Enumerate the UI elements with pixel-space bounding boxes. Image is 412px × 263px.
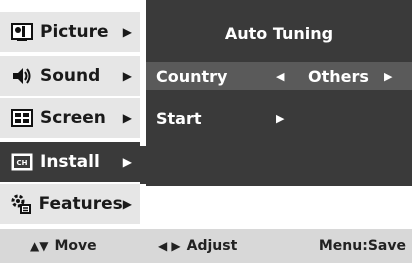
menu-save-label: Menu:Save bbox=[318, 238, 406, 254]
auto-tuning-panel: Auto Tuning Country ◀ Others ▶ Start ▶ bbox=[146, 0, 412, 186]
main-menu: Picture ▶ Sound ▶ Screen ▶ CH Install ▶ … bbox=[0, 0, 140, 228]
menu-item-label: Install bbox=[40, 152, 100, 172]
install-icon: CH bbox=[10, 151, 34, 173]
move-label: Move bbox=[54, 238, 97, 254]
menu-item-features[interactable]: Features ▶ bbox=[0, 184, 140, 224]
adjust-hint: ◀ ▶ Adjust bbox=[158, 238, 237, 254]
left-right-arrows-icon: ◀ ▶ bbox=[158, 239, 181, 253]
adjust-label: Adjust bbox=[186, 238, 238, 254]
menu-item-label: Picture bbox=[40, 22, 109, 42]
menu-item-picture[interactable]: Picture ▶ bbox=[0, 12, 140, 52]
chevron-right-icon[interactable]: ▶ bbox=[384, 70, 392, 83]
country-label: Country bbox=[156, 66, 228, 86]
features-icon bbox=[10, 193, 33, 215]
speaker-icon bbox=[10, 65, 34, 87]
panel-title: Auto Tuning bbox=[224, 24, 334, 43]
chevron-right-icon[interactable]: ▶ bbox=[276, 112, 284, 125]
chevron-right-icon: ▶ bbox=[122, 197, 132, 211]
chevron-left-icon[interactable]: ◀ bbox=[276, 70, 284, 83]
start-label: Start bbox=[156, 108, 202, 128]
menu-item-sound[interactable]: Sound ▶ bbox=[0, 56, 140, 96]
start-row[interactable]: Start ▶ bbox=[146, 104, 412, 132]
picture-icon bbox=[10, 21, 34, 43]
menu-item-label: Sound bbox=[40, 66, 101, 86]
screen-icon bbox=[10, 107, 34, 129]
menu-item-screen[interactable]: Screen ▶ bbox=[0, 98, 140, 138]
country-value: Others bbox=[308, 66, 369, 86]
chevron-right-icon: ▶ bbox=[122, 69, 132, 83]
chevron-right-icon: ▶ bbox=[122, 25, 132, 39]
menu-item-label: Screen bbox=[40, 108, 106, 128]
up-down-arrows-icon: ▲▼ bbox=[30, 239, 49, 253]
menu-save-hint: Menu:Save bbox=[319, 238, 406, 254]
key-hint-bar: ▲▼ Move ◀ ▶ Adjust Menu:Save bbox=[0, 229, 412, 263]
chevron-right-icon: ▶ bbox=[122, 111, 132, 125]
country-row[interactable]: Country ◀ Others ▶ bbox=[146, 62, 412, 90]
chevron-right-icon: ▶ bbox=[122, 155, 132, 169]
menu-item-label: Features bbox=[38, 194, 123, 214]
svg-text:CH: CH bbox=[17, 159, 28, 167]
menu-item-install[interactable]: CH Install ▶ bbox=[0, 142, 140, 182]
move-hint: ▲▼ Move bbox=[30, 238, 97, 254]
